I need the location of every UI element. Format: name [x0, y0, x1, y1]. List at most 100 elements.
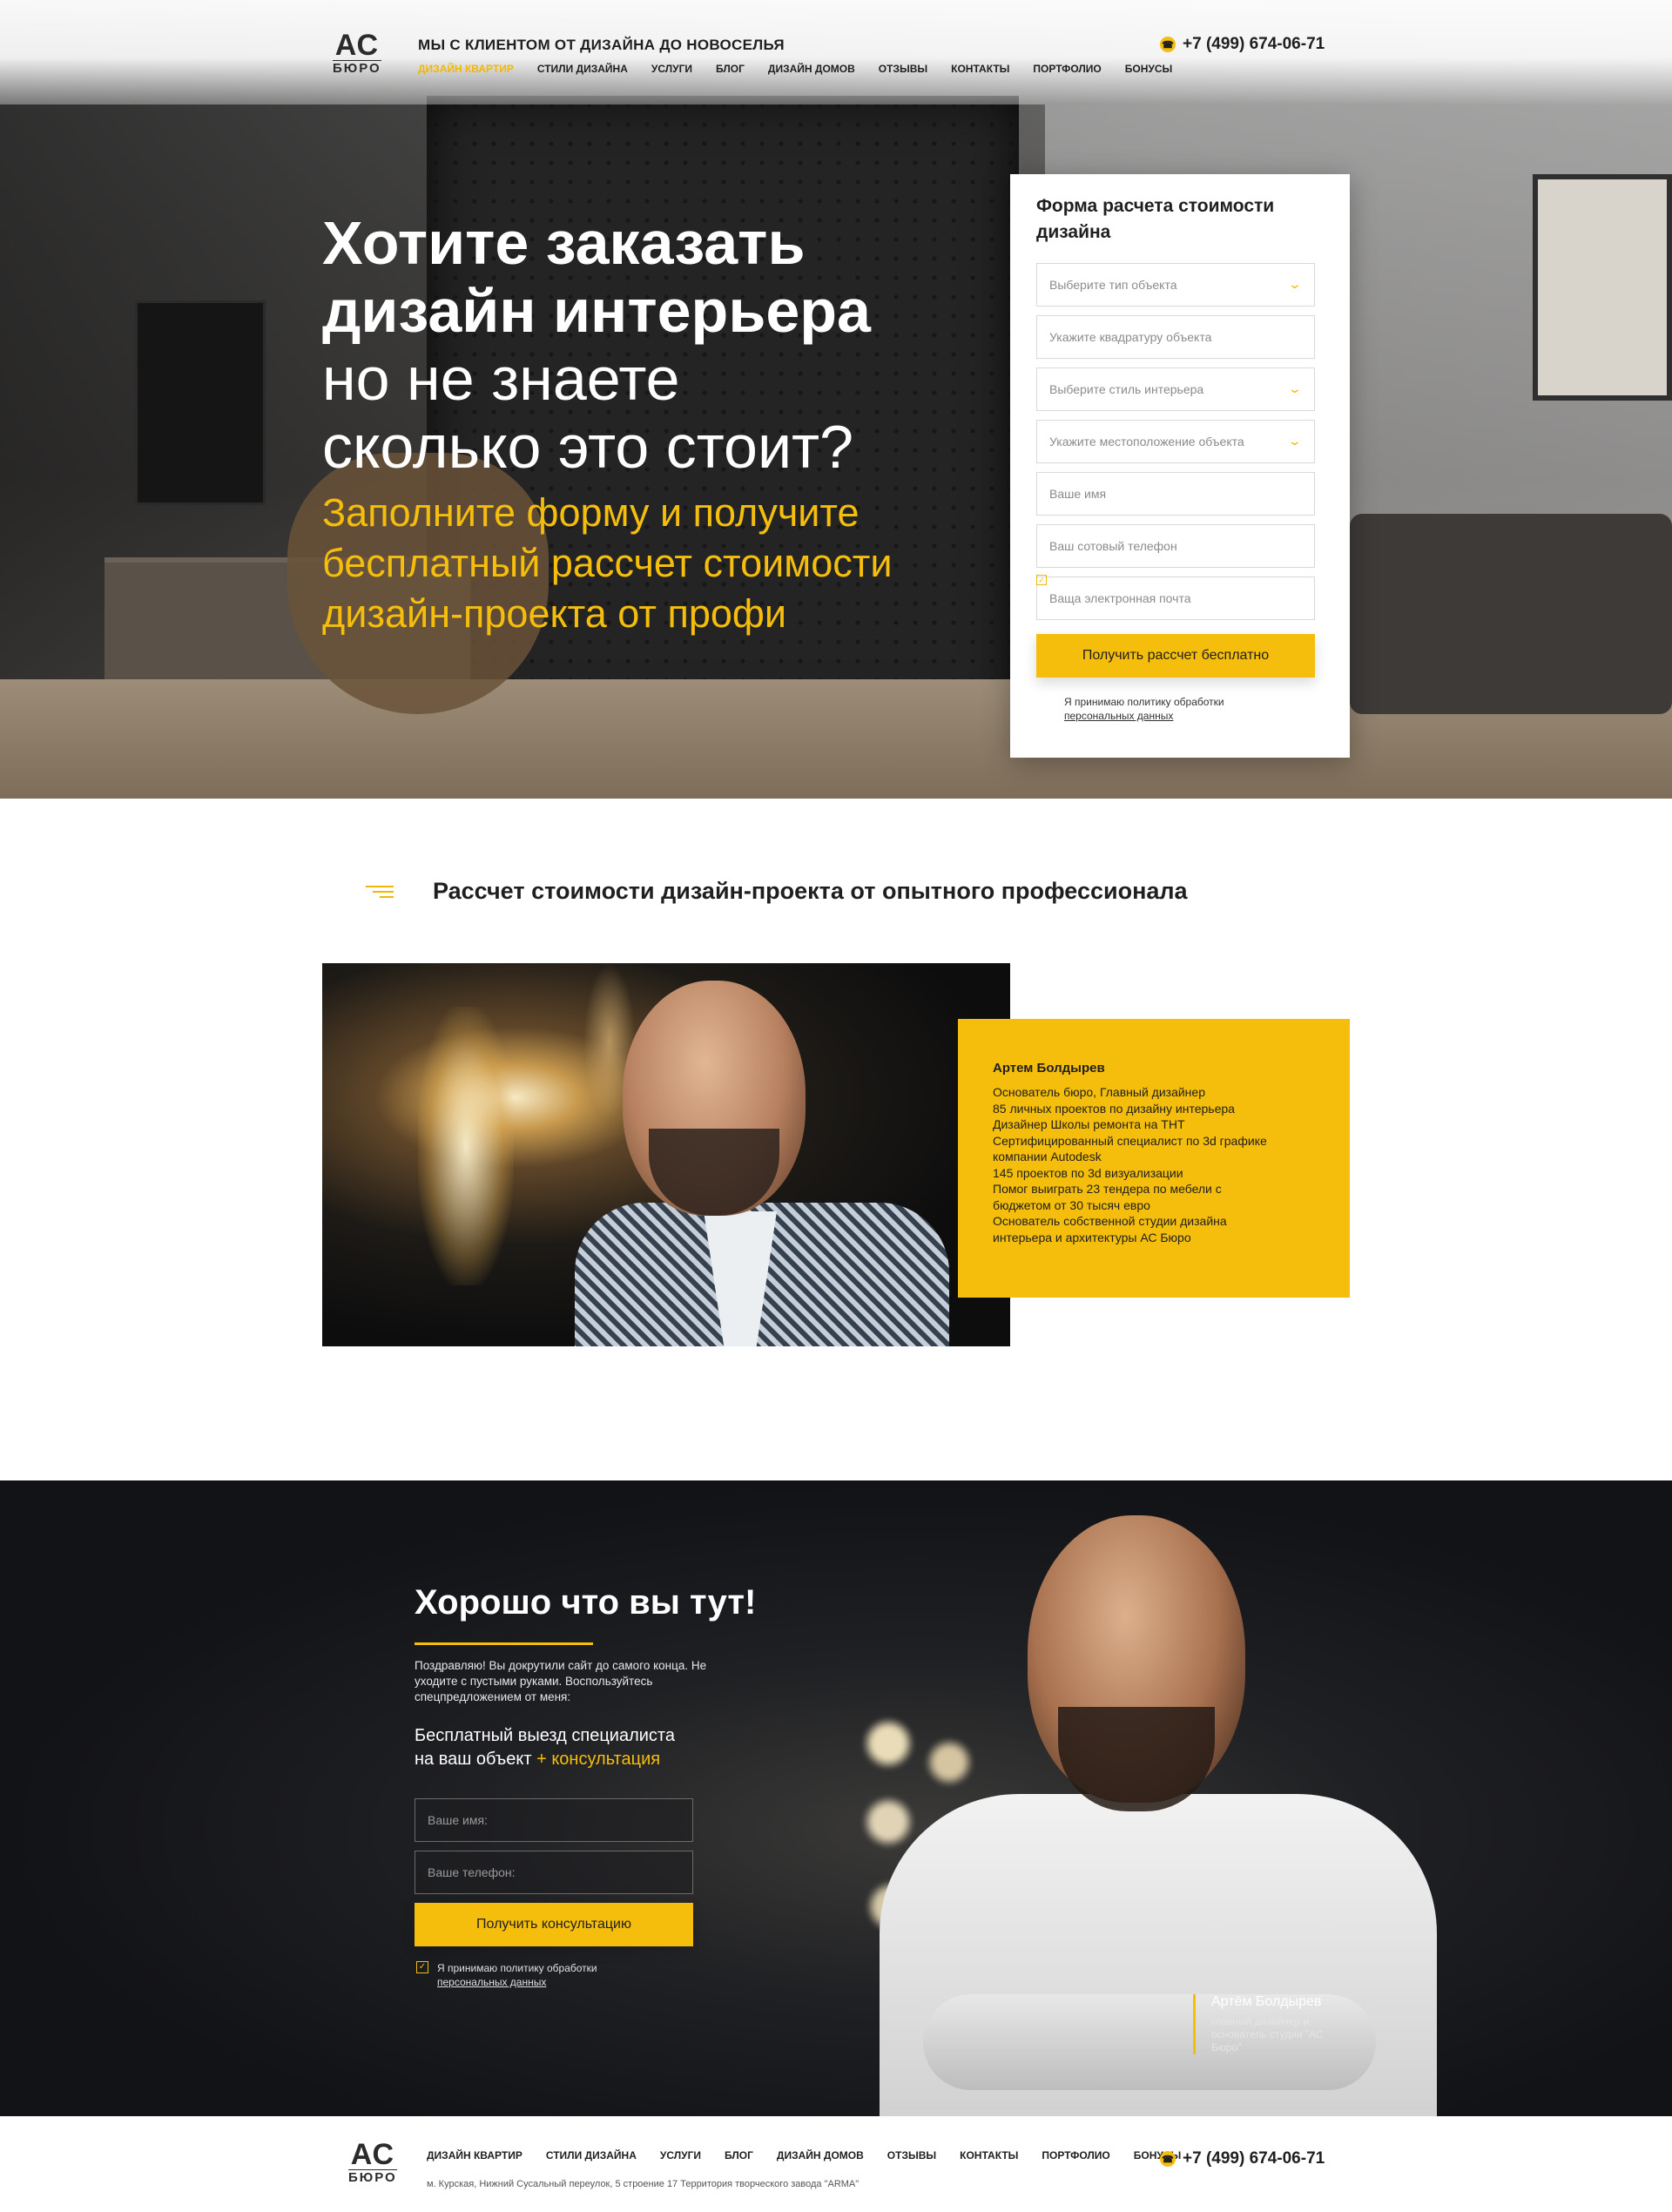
- checkbox-check-icon: ✓: [1036, 575, 1047, 585]
- chevron-down-icon: ⌄: [1287, 381, 1303, 395]
- footer-nav-contacts[interactable]: КОНТАКТЫ: [960, 2149, 1018, 2161]
- main-nav: ДИЗАЙН КВАРТИР СТИЛИ ДИЗАЙНА УСЛУГИ БЛОГ…: [418, 63, 1172, 75]
- top-header: АС БЮРО МЫ С КЛИЕНТОМ ОТ ДИЗАЙНА ДО НОВО…: [0, 0, 1672, 105]
- header-phone[interactable]: ☎ +7 (499) 674-06-71: [1160, 35, 1325, 54]
- cost-calculator-form: Форма расчета стоимости дизайна Выберите…: [1010, 174, 1350, 758]
- hero-subtitle-line-2: бесплатный рассчет стоимости: [322, 541, 893, 585]
- email-input[interactable]: Ваща электронная почта: [1036, 577, 1315, 620]
- expert-fact: компании Autodesk: [993, 1150, 1102, 1163]
- expert-fact: 145 проектов по 3d визуализации: [993, 1165, 1183, 1180]
- portrait-signature: Артём Болдырев главный дизайнер и основа…: [1193, 1994, 1342, 2054]
- footer-nav: ДИЗАЙН КВАРТИР СТИЛИ ДИЗАЙНА УСЛУГИ БЛОГ…: [427, 2149, 1181, 2161]
- hero-background-sofa: [1350, 514, 1672, 714]
- nav-item-apartments[interactable]: ДИЗАЙН КВАРТИР: [418, 63, 514, 75]
- footer-nav-portfolio[interactable]: ПОРТФОЛИО: [1042, 2149, 1109, 2161]
- expert-section-heading: Рассчет стоимости дизайн-проекта от опыт…: [366, 878, 1188, 905]
- offer-line-1: Бесплатный выезд специалиста: [415, 1726, 675, 1745]
- phone-icon: ☎: [1160, 37, 1176, 52]
- phone-icon: ☎: [1160, 2151, 1176, 2167]
- footer-nav-services[interactable]: УСЛУГИ: [660, 2149, 701, 2161]
- hero-subtitle-line-1: Заполните форму и получите: [322, 490, 860, 535]
- header-tagline: МЫ С КЛИЕНТОМ ОТ ДИЗАЙНА ДО НОВОСЕЛЬЯ: [418, 37, 785, 53]
- logo[interactable]: АС БЮРО: [333, 29, 381, 76]
- expert-info-card: Артем Болдырев Основатель бюро, Главный …: [958, 1019, 1350, 1298]
- nav-item-houses[interactable]: ДИЗАЙН ДОМОВ: [768, 63, 855, 75]
- lines-icon: [366, 885, 394, 898]
- consent-text-line-1: Я принимаю политику обработки: [1064, 696, 1224, 708]
- style-select[interactable]: Выберите стиль интерьера ⌄: [1036, 368, 1315, 411]
- consent-checkbox[interactable]: [1045, 695, 1055, 705]
- nav-item-blog[interactable]: БЛОГ: [716, 63, 745, 75]
- footer-nav-styles[interactable]: СТИЛИ ДИЗАЙНА: [546, 2149, 637, 2161]
- nav-item-contacts[interactable]: КОНТАКТЫ: [951, 63, 1009, 75]
- get-consultation-button[interactable]: Получить консультацию: [415, 1903, 693, 1946]
- nav-item-portfolio[interactable]: ПОРТФОЛИО: [1033, 63, 1101, 75]
- area-placeholder: Укажите квадратуру объекта: [1049, 330, 1212, 344]
- signature-role: главный дизайнер и основатель студии "АС…: [1211, 2015, 1324, 2054]
- get-calculation-button[interactable]: Получить рассчет бесплатно: [1036, 634, 1315, 678]
- footer-logo-mark: АС: [350, 2138, 394, 2171]
- privacy-policy-link[interactable]: персональных данных: [1064, 710, 1173, 722]
- chevron-down-icon: ⌄: [1287, 277, 1303, 291]
- offer-line-2: на ваш объект + консультация: [415, 1748, 728, 1771]
- final-intro-text: Поздравляю! Вы докрутили сайт до самого …: [415, 1659, 707, 1703]
- checkbox-check-icon[interactable]: ✓: [416, 1961, 428, 1973]
- title-underline: [415, 1642, 593, 1645]
- expert-fact: Помог выиграть 23 тендера по мебели с: [993, 1182, 1222, 1196]
- footer-logo-subtitle: БЮРО: [348, 2169, 397, 2185]
- expert-fact: интерьера и архитектуры АС Бюро: [993, 1230, 1191, 1244]
- offer-line-2-text: на ваш объект: [415, 1750, 532, 1769]
- style-placeholder: Выберите стиль интерьера: [1049, 382, 1204, 396]
- expert-fact: Дизайнер Школы ремонта на ТНТ: [993, 1117, 1185, 1131]
- footer-nav-reviews[interactable]: ОТЗЫВЫ: [887, 2149, 936, 2161]
- calc-consent: Я принимаю политику обработки персональн…: [1045, 695, 1324, 723]
- consult-phone-input[interactable]: Ваше телефон:: [415, 1851, 693, 1894]
- final-title: Хорошо что вы тут!: [415, 1583, 757, 1622]
- footer-address: м. Курская, Нижний Сусальный переулок, 5…: [427, 2179, 860, 2189]
- chevron-down-icon: ⌄: [1287, 434, 1303, 448]
- nav-item-reviews[interactable]: ОТЗЫВЫ: [879, 63, 927, 75]
- area-input[interactable]: Укажите квадратуру объекта: [1036, 315, 1315, 359]
- final-privacy-policy-link[interactable]: персональных данных: [437, 1976, 546, 1988]
- phone-input[interactable]: Ваш сотовый телефон: [1036, 524, 1315, 568]
- signature-name: Артём Болдырев: [1211, 1994, 1322, 2009]
- footer-phone[interactable]: ☎ +7 (499) 674-06-71: [1160, 2149, 1325, 2168]
- hero-line-3: но не знаете: [322, 345, 680, 413]
- final-cta-section: Хорошо что вы тут! Поздравляю! Вы докрут…: [0, 1480, 1672, 2116]
- name-placeholder: Ваше имя: [1049, 487, 1107, 501]
- location-select[interactable]: Укажите местоположение объекта ⌄: [1036, 420, 1315, 463]
- nav-item-bonuses[interactable]: БОНУСЫ: [1125, 63, 1173, 75]
- footer-nav-houses[interactable]: ДИЗАЙН ДОМОВ: [777, 2149, 864, 2161]
- consult-name-placeholder: Ваше имя:: [428, 1813, 488, 1827]
- final-consent: ✓ Я принимаю политику обработки персонал…: [416, 1961, 597, 1989]
- footer-nav-blog[interactable]: БЛОГ: [725, 2149, 753, 2161]
- final-offer: Бесплатный выезд специалиста на ваш объе…: [415, 1724, 728, 1771]
- hero-line-4: сколько это стоит?: [322, 413, 854, 481]
- name-input[interactable]: Ваше имя: [1036, 472, 1315, 516]
- footer-nav-apartments[interactable]: ДИЗАЙН КВАРТИР: [427, 2149, 522, 2161]
- expert-photo: [322, 963, 1010, 1346]
- hero-headline: Хотите заказать дизайн интерьера но не з…: [322, 209, 984, 639]
- footer-logo[interactable]: АС БЮРО: [348, 2138, 397, 2185]
- location-placeholder: Укажите местоположение объекта: [1049, 435, 1244, 448]
- expert-fact: 85 личных проектов по дизайну интерьера: [993, 1101, 1235, 1116]
- consult-phone-placeholder: Ваше телефон:: [428, 1865, 516, 1879]
- final-consent-line-1: Я принимаю политику обработки: [437, 1962, 597, 1974]
- hero-subtitle-line-3: дизайн-проекта от профи: [322, 591, 787, 636]
- consult-name-input[interactable]: Ваше имя:: [415, 1798, 693, 1842]
- final-consent-text: Я принимаю политику обработки персональн…: [437, 1961, 597, 1989]
- object-type-select[interactable]: Выберите тип объекта ⌄: [1036, 263, 1315, 307]
- expert-fact: Основатель собственной студии дизайна: [993, 1214, 1227, 1228]
- consent-text: Я принимаю политику обработки персональн…: [1064, 695, 1224, 723]
- expert-section-title: Рассчет стоимости дизайн-проекта от опыт…: [433, 878, 1188, 904]
- hero-line-1: Хотите заказать: [322, 209, 806, 277]
- logo-mark: АС: [334, 29, 379, 62]
- expert-fact: Основатель бюро, Главный дизайнер: [993, 1085, 1205, 1099]
- nav-item-services[interactable]: УСЛУГИ: [651, 63, 692, 75]
- expert-fact: бюджетом от 30 тысяч евро: [993, 1197, 1150, 1212]
- offer-highlight: + консультация: [536, 1750, 661, 1769]
- logo-subtitle: БЮРО: [333, 60, 381, 76]
- footer-phone-number: +7 (499) 674-06-71: [1183, 2149, 1325, 2168]
- nav-item-styles[interactable]: СТИЛИ ДИЗАЙНА: [537, 63, 628, 75]
- expert-name: Артем Болдырев: [993, 1061, 1105, 1076]
